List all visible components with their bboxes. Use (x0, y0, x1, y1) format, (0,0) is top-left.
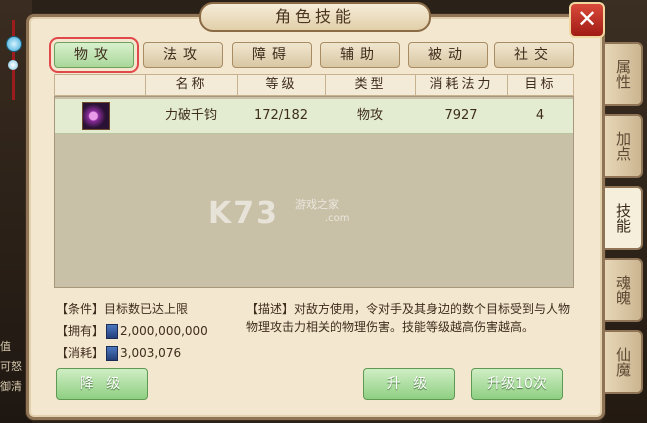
book-icon (106, 324, 119, 339)
watermark-logo: K73 (208, 196, 279, 231)
owned-line: 【拥有】 2,000,000,000 (56, 322, 208, 339)
filter-social[interactable]: 社交 (494, 42, 574, 68)
filter-passive[interactable]: 被动 (408, 42, 488, 68)
book-icon (106, 346, 119, 361)
tab-skills[interactable]: 技能 (605, 186, 643, 250)
watermark-url: .com (325, 213, 350, 224)
skill-mana-cost: 7927 (444, 108, 478, 123)
watermark-subtitle: 游戏之家 (295, 198, 339, 211)
header-icon-column (55, 75, 145, 95)
left-edge-text: 御清 (0, 380, 22, 393)
owned-value: 2,000,000,000 (120, 324, 208, 338)
filter-physical-attack[interactable]: 物攻 (49, 37, 139, 73)
skill-target-count: 4 (535, 108, 545, 123)
owned-label: 【拥有】 (56, 324, 105, 338)
tab-soul[interactable]: 魂魄 (605, 258, 643, 322)
close-button[interactable]: ✕ (569, 2, 605, 38)
downgrade-button[interactable]: 降 级 (56, 368, 148, 400)
header-name: 名称 (145, 75, 237, 95)
table-header: 名称 等级 类型 消耗法力 目标 (54, 74, 574, 96)
ornament-bead-icon (6, 36, 22, 52)
header-type: 类型 (325, 75, 415, 95)
upgrade-10x-button[interactable]: 升级10次 (471, 368, 563, 400)
cost-value: 3,003,076 (120, 346, 182, 360)
ornament-bead-small-icon (8, 60, 18, 70)
filter-support[interactable]: 辅助 (320, 42, 400, 68)
skill-description: 【描述】对敌方使用，令对手及其身边的数个目标受到与人物物理攻击力相关的物理伤害。… (246, 302, 571, 334)
upgrade-button[interactable]: 升 级 (363, 368, 455, 400)
header-level: 等级 (237, 75, 325, 95)
skill-name: 力破千钧 (164, 108, 217, 123)
fist-skill-icon (82, 102, 110, 130)
tab-points[interactable]: 加点 (605, 114, 643, 178)
skill-level: 172/182 (253, 108, 308, 123)
left-edge-text: 可怒 (0, 360, 22, 373)
filter-obstacle[interactable]: 障碍 (232, 42, 312, 68)
cost-line: 【消耗】 3,003,076 (56, 344, 181, 361)
header-mana-cost: 消耗法力 (415, 75, 507, 95)
tab-attributes[interactable]: 属性 (605, 42, 643, 106)
cost-label: 【消耗】 (56, 346, 105, 360)
condition-text: 【条件】目标数已达上限 (56, 302, 189, 316)
table-row[interactable]: 力破千钧 172/182 物攻 7927 4 (55, 99, 573, 134)
left-edge-text: 值 (0, 340, 11, 353)
skill-list: 力破千钧 172/182 物攻 7927 4 (54, 96, 574, 288)
skill-type: 物攻 (356, 108, 383, 123)
window-title: 角色技能 (199, 2, 431, 32)
tab-immortal-demon[interactable]: 仙魔 (605, 330, 643, 394)
filter-magic-attack[interactable]: 法攻 (143, 42, 223, 68)
header-target: 目标 (507, 75, 573, 95)
